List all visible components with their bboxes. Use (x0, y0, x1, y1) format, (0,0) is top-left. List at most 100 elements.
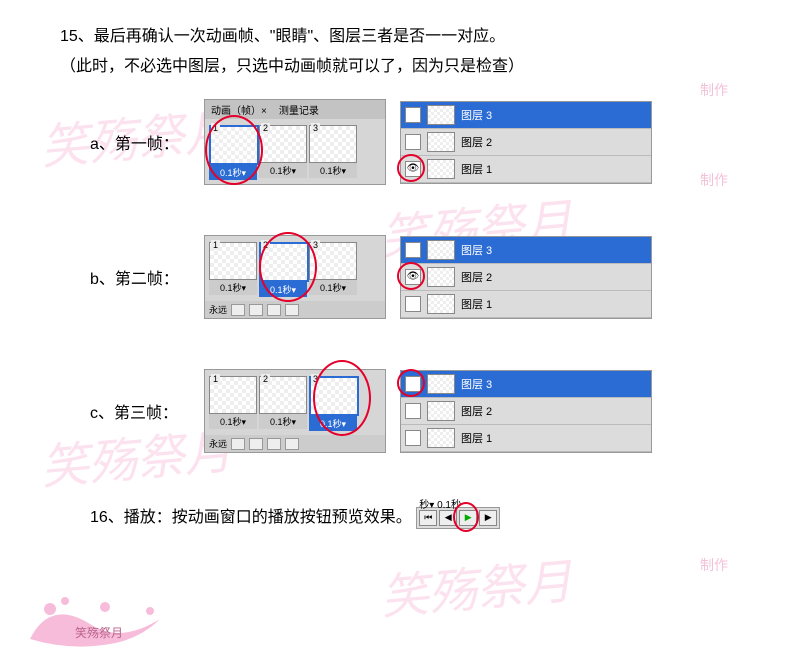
frame-time[interactable]: 0.1秒▾ (259, 282, 307, 297)
frame-2[interactable]: 2 0.1秒▾ (259, 240, 307, 297)
frame-time[interactable]: 0.1秒▾ (209, 280, 257, 295)
layer-name: 图层 2 (461, 269, 492, 285)
frame-1[interactable]: 1 0.1秒▾ (209, 374, 257, 431)
frame-time[interactable]: 0.1秒▾ (259, 414, 307, 429)
layer-thumb (427, 132, 455, 152)
visibility-toggle[interactable] (405, 403, 421, 419)
step-16: 16、播放：按动画窗口的播放按钮预览效果。 秒▾ 0.1秒 ⏮ ◀ ▶ ▶ (60, 503, 740, 529)
first-frame-button[interactable]: ⏮ (419, 510, 437, 526)
layer-thumb (427, 240, 455, 260)
layers-panel: 👁 图层 3 图层 2 图层 1 (400, 370, 652, 453)
frame-number: 1 (211, 240, 220, 250)
visibility-toggle[interactable] (405, 430, 421, 446)
layer-name: 图层 1 (461, 430, 492, 446)
time-label: 秒▾ 0.1秒 (419, 496, 461, 511)
visibility-toggle[interactable]: 👁 (405, 376, 421, 392)
step-16-text: 16、播放：按动画窗口的播放按钮预览效果。 (90, 509, 412, 526)
frame-2[interactable]: 2 0.1秒▾ (259, 374, 307, 431)
layer-thumb (427, 374, 455, 394)
decorative-flourish-icon: 笑殇祭月 (10, 589, 190, 659)
row-label-c: c、第三帧： (90, 399, 190, 423)
first-frame-button[interactable] (231, 438, 245, 450)
svg-text:笑殇祭月: 笑殇祭月 (75, 625, 123, 640)
frame-time[interactable]: 0.1秒▾ (309, 163, 357, 178)
layer-name: 图层 3 (461, 376, 492, 392)
layers-panel: 图层 3 图层 2 👁 图层 1 (400, 101, 652, 184)
layer-thumb (427, 401, 455, 421)
layer-thumb (427, 105, 455, 125)
next-frame-button[interactable]: ▶ (479, 510, 497, 526)
frame-number: 3 (311, 374, 320, 384)
layer-name: 图层 3 (461, 107, 492, 123)
row-frame-1: a、第一帧： 动画（帧）× 测量记录 1 0.1秒▾ 2 0.1秒▾ 3 (90, 99, 740, 185)
visibility-toggle[interactable] (405, 242, 421, 258)
frame-time[interactable]: 0.1秒▾ (309, 416, 357, 431)
layer-name: 图层 3 (461, 242, 492, 258)
layer-row-2[interactable]: 👁 图层 2 (401, 264, 651, 291)
row-frame-2: b、第二帧： 1 0.1秒▾ 2 0.1秒▾ 3 0.1秒▾ (90, 235, 740, 319)
layer-row-2[interactable]: 图层 2 (401, 129, 651, 156)
frame-2[interactable]: 2 0.1秒▾ (259, 123, 307, 180)
step-15-line2: （此时，不必选中图层，只选中动画帧就可以了，因为只是检查） (60, 54, 740, 80)
playback-controls: 秒▾ 0.1秒 ⏮ ◀ ▶ ▶ (416, 507, 500, 529)
layer-row-1[interactable]: 图层 1 (401, 425, 651, 452)
layer-name: 图层 2 (461, 134, 492, 150)
animation-panel: 动画（帧）× 测量记录 1 0.1秒▾ 2 0.1秒▾ 3 0.1秒▾ (204, 99, 386, 185)
visibility-toggle[interactable]: 👁 (405, 161, 421, 177)
frame-number: 3 (311, 123, 320, 133)
frame-number: 2 (261, 374, 270, 384)
layer-row-1[interactable]: 图层 1 (401, 291, 651, 318)
frame-time[interactable]: 0.1秒▾ (209, 414, 257, 429)
watermark-small: 制作 (700, 555, 728, 575)
visibility-toggle[interactable] (405, 107, 421, 123)
frame-1[interactable]: 1 0.1秒▾ (209, 240, 257, 297)
prev-frame-button[interactable] (249, 438, 263, 450)
frame-number: 1 (211, 123, 220, 133)
frame-1[interactable]: 1 0.1秒▾ (209, 123, 257, 180)
prev-frame-button[interactable]: ◀ (439, 510, 457, 526)
layer-thumb (427, 267, 455, 287)
row-frame-3: c、第三帧： 1 0.1秒▾ 2 0.1秒▾ 3 0.1秒▾ (90, 369, 740, 453)
next-frame-button[interactable] (285, 304, 299, 316)
frame-3[interactable]: 3 0.1秒▾ (309, 240, 357, 297)
frame-time[interactable]: 0.1秒▾ (259, 163, 307, 178)
frame-3[interactable]: 3 0.1秒▾ (309, 374, 357, 431)
frame-number: 1 (211, 374, 220, 384)
layer-row-3[interactable]: 图层 3 (401, 102, 651, 129)
visibility-toggle[interactable] (405, 134, 421, 150)
step-15-line1: 15、最后再确认一次动画帧、"眼睛"、图层三者是否一一对应。 (60, 24, 740, 50)
tab-measure[interactable]: 测量记录 (273, 100, 325, 119)
layer-row-3[interactable]: 图层 3 (401, 237, 651, 264)
layer-name: 图层 1 (461, 296, 492, 312)
layer-row-2[interactable]: 图层 2 (401, 398, 651, 425)
prev-frame-button[interactable] (249, 304, 263, 316)
frame-3[interactable]: 3 0.1秒▾ (309, 123, 357, 180)
layer-row-1[interactable]: 👁 图层 1 (401, 156, 651, 183)
visibility-toggle[interactable]: 👁 (405, 269, 421, 285)
layer-thumb (427, 428, 455, 448)
frame-number: 2 (261, 123, 270, 133)
frame-number: 2 (261, 240, 270, 250)
layer-thumb (427, 159, 455, 179)
tab-animation[interactable]: 动画（帧）× (205, 100, 273, 119)
layer-row-3[interactable]: 👁 图层 3 (401, 371, 651, 398)
layer-name: 图层 1 (461, 161, 492, 177)
layer-name: 图层 2 (461, 403, 492, 419)
row-label-a: a、第一帧： (90, 130, 190, 154)
play-button[interactable]: ▶ (459, 510, 477, 526)
loop-forever[interactable]: 永远 (209, 437, 227, 450)
layer-thumb (427, 294, 455, 314)
play-button[interactable] (267, 438, 281, 450)
animation-panel: 1 0.1秒▾ 2 0.1秒▾ 3 0.1秒▾ 永远 (204, 369, 386, 453)
animation-panel: 1 0.1秒▾ 2 0.1秒▾ 3 0.1秒▾ 永远 (204, 235, 386, 319)
frame-time[interactable]: 0.1秒▾ (309, 280, 357, 295)
frame-number: 3 (311, 240, 320, 250)
first-frame-button[interactable] (231, 304, 245, 316)
watermark: 笑殇祭月 (377, 542, 574, 628)
play-button[interactable] (267, 304, 281, 316)
frame-time[interactable]: 0.1秒▾ (209, 165, 257, 180)
next-frame-button[interactable] (285, 438, 299, 450)
loop-forever[interactable]: 永远 (209, 303, 227, 316)
row-label-b: b、第二帧： (90, 265, 190, 289)
visibility-toggle[interactable] (405, 296, 421, 312)
